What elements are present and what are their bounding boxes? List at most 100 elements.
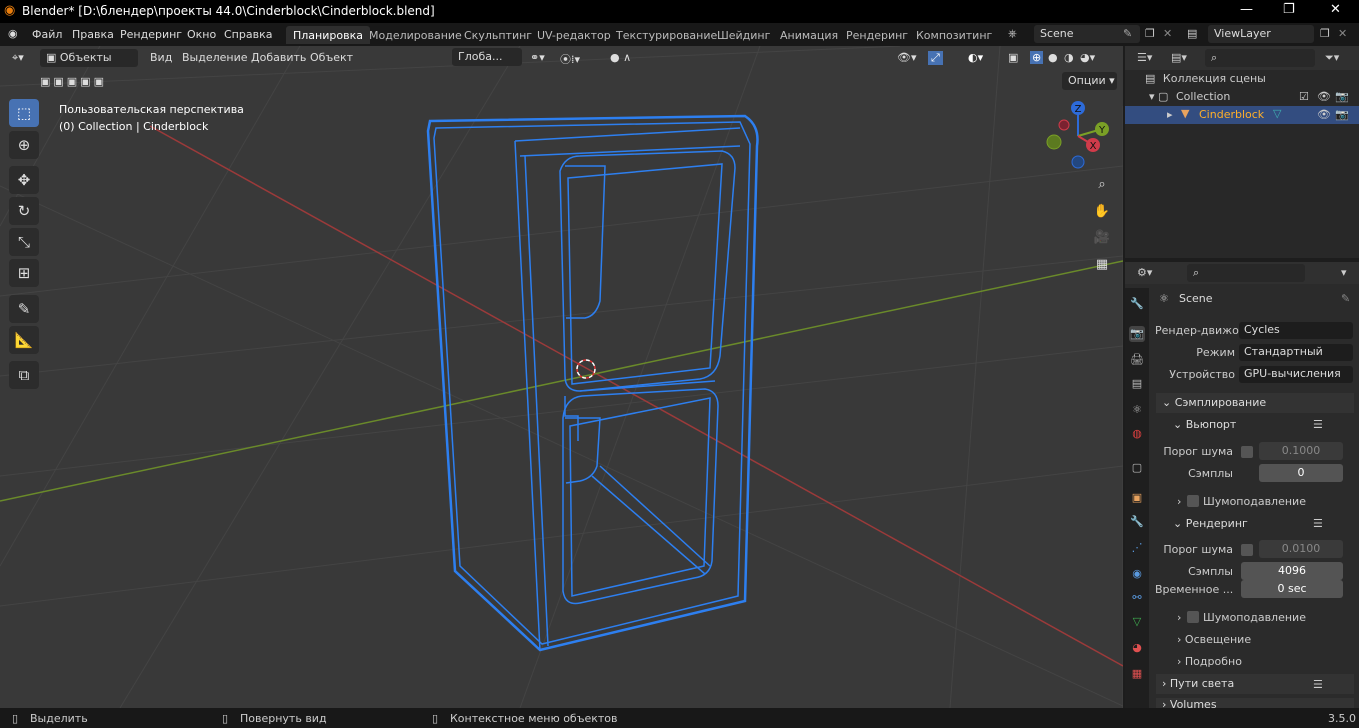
navigation-gizmo[interactable]: Z Y X — [1040, 98, 1116, 170]
options-dropdown[interactable]: Опции ▾ — [1062, 72, 1117, 90]
world-tab-icon[interactable]: ◍ — [1129, 426, 1145, 442]
scene-tab-icon[interactable]: ⚛ — [1129, 402, 1145, 418]
tab-texturing[interactable]: Текстурирование — [609, 26, 724, 44]
mode-selector[interactable]: ▣ Объекты — [40, 49, 138, 67]
tab-compositing[interactable]: Композитинг — [909, 26, 999, 44]
collection-tab-icon[interactable]: ▢ — [1129, 460, 1145, 476]
tab-layout[interactable]: Планировка — [286, 26, 370, 44]
delete-scene-icon[interactable]: ✕ — [1163, 27, 1172, 40]
tab-animation[interactable]: Анимация — [773, 26, 845, 44]
outliner-editor-icon[interactable]: ☰▾ — [1137, 51, 1152, 64]
outliner-object-row[interactable]: ▸ ▼ Cinderblock ▽ 👁 📷 — [1125, 106, 1359, 124]
data-tab-icon[interactable]: ▽ — [1129, 614, 1145, 630]
tab-rendering[interactable]: Рендеринг — [839, 26, 915, 44]
list-icon[interactable]: ☰ — [1313, 418, 1323, 431]
rotate-tool[interactable]: ↻ — [9, 197, 39, 225]
outliner-collection-row[interactable]: ▾ ▢ Collection ☑ 👁 📷 — [1149, 90, 1355, 103]
menu-window[interactable]: Окно — [187, 28, 216, 41]
menu-object[interactable]: Объект — [310, 51, 353, 64]
visibility-icon[interactable]: 👁▾ — [897, 51, 917, 64]
display-mode-icon[interactable]: ▤▾ — [1171, 51, 1187, 64]
add-cube-tool[interactable]: ⧉ — [9, 361, 39, 389]
transform-tool[interactable]: ⊞ — [9, 259, 39, 287]
3d-viewport[interactable]: ⌖▾ ▣ Объекты Вид Выделение Добавить Объе… — [0, 46, 1123, 708]
texture-tab-icon[interactable]: ▦ — [1129, 666, 1145, 682]
expand-arrow-icon[interactable]: ▸ — [1167, 108, 1173, 121]
feature-set-dropdown[interactable]: Стандартный — [1239, 344, 1353, 361]
zoom-icon[interactable]: ⌕ — [1090, 173, 1114, 197]
volumes-panel-header[interactable]: › Volumes — [1156, 698, 1354, 708]
sampling-panel-header[interactable]: ⌄ Сэмплирование — [1156, 393, 1354, 413]
filter-icon[interactable]: ⏷▾ — [1325, 51, 1339, 65]
move-tool[interactable]: ✥ — [9, 166, 39, 194]
pin-icon[interactable]: ✎ — [1341, 292, 1350, 305]
pan-hand-icon[interactable]: ✋ — [1090, 200, 1114, 224]
object-tab-icon[interactable]: ▣ — [1129, 490, 1145, 506]
particles-tab-icon[interactable]: ⋰ — [1129, 540, 1145, 556]
constraints-tab-icon[interactable]: ⚯ — [1129, 590, 1145, 606]
lights-subpanel-header[interactable]: › Освещение — [1177, 633, 1251, 646]
editor-type-icon[interactable]: ⌖▾ — [12, 51, 24, 65]
outliner-search-input[interactable]: ⌕ — [1205, 49, 1315, 67]
expand-arrow-icon[interactable]: › — [1177, 495, 1181, 508]
cursor-tool[interactable]: ⊕ — [9, 131, 39, 159]
vp-denoise-checkbox[interactable] — [1187, 495, 1199, 507]
shading-rendered-icon[interactable]: ◕▾ — [1080, 51, 1095, 64]
collection-camera-icon[interactable]: 📷 — [1335, 90, 1349, 103]
tab-shading[interactable]: Шейдинг — [710, 26, 777, 44]
tool-tab-icon[interactable]: 🔧 — [1129, 296, 1145, 312]
blender-menu-icon[interactable]: ◉ — [8, 27, 18, 40]
xray-icon[interactable]: ▣ — [1008, 51, 1018, 64]
list-icon[interactable]: ☰ — [1313, 517, 1323, 530]
material-tab-icon[interactable]: ◕ — [1129, 640, 1145, 656]
gizmo-icon[interactable]: ⤢ — [928, 51, 943, 65]
scale-tool[interactable]: ⤡ — [9, 228, 39, 256]
delete-view-layer-icon[interactable]: ✕ — [1338, 27, 1347, 40]
vp-noise-threshold-checkbox[interactable] — [1241, 446, 1253, 458]
properties-editor-icon[interactable]: ⚙▾ — [1137, 266, 1152, 279]
modifier-tab-icon[interactable]: 🔧 — [1129, 514, 1145, 530]
vp-samples-field[interactable]: 0 — [1259, 464, 1343, 482]
r-noise-threshold-checkbox[interactable] — [1241, 544, 1253, 556]
maximize-button[interactable]: ❐ — [1283, 2, 1295, 17]
shading-wireframe-icon[interactable]: ⊕ — [1030, 51, 1044, 64]
grid-ortho-icon[interactable]: ▦ — [1090, 253, 1114, 277]
view-layer-tab-icon[interactable]: ▤ — [1129, 376, 1145, 392]
viewport-subpanel-header[interactable]: ⌄ Вьюпорт — [1173, 418, 1236, 431]
properties-search-input[interactable]: ⌕ — [1187, 264, 1305, 282]
r-noise-threshold-field[interactable]: 0.0100 — [1259, 540, 1343, 558]
object-eye-icon[interactable]: 👁 — [1317, 108, 1331, 121]
expand-arrow-icon[interactable]: ▾ — [1149, 90, 1155, 103]
shading-solid-icon[interactable]: ● — [1048, 51, 1058, 64]
scene-icon[interactable]: ⎈ — [1008, 27, 1017, 41]
tab-uv-editor[interactable]: UV-редактор — [530, 26, 618, 44]
output-tab-icon[interactable]: 🖨 — [1129, 352, 1145, 368]
select-mode-buttons[interactable]: ▣▣▣▣▣ — [40, 75, 124, 91]
new-scene-icon[interactable]: ❐ — [1145, 27, 1155, 40]
new-view-layer-icon[interactable]: ❐ — [1320, 27, 1330, 40]
overlays-icon[interactable]: ◐▾ — [968, 51, 983, 64]
snap-icon[interactable]: ⦿⁞▾ — [560, 51, 580, 67]
menu-file[interactable]: Файл — [32, 28, 62, 41]
render-engine-dropdown[interactable]: Cycles — [1239, 322, 1353, 339]
expand-arrow-icon[interactable]: › — [1177, 611, 1181, 624]
collection-eye-icon[interactable]: 👁 — [1317, 90, 1331, 103]
menu-view[interactable]: Вид — [150, 51, 172, 64]
r-samples-field[interactable]: 4096 — [1241, 562, 1343, 580]
pin-icon[interactable]: ✎ — [1123, 27, 1132, 40]
minimize-button[interactable]: — — [1240, 2, 1253, 17]
render-subpanel-header[interactable]: ⌄ Рендеринг — [1173, 517, 1248, 530]
menu-add[interactable]: Добавить — [251, 51, 306, 64]
physics-tab-icon[interactable]: ◉ — [1129, 566, 1145, 582]
view-layer-icon[interactable]: ▤ — [1187, 27, 1197, 40]
list-icon[interactable]: ☰ — [1313, 678, 1323, 691]
outliner-root[interactable]: ▤ Коллекция сцены — [1145, 72, 1266, 85]
tab-modeling[interactable]: Моделирование — [362, 26, 469, 44]
menu-render[interactable]: Рендеринг — [120, 28, 182, 41]
r-denoise-checkbox[interactable] — [1187, 611, 1199, 623]
menu-help[interactable]: Справка — [224, 28, 272, 41]
view-layer-selector[interactable]: ViewLayer — [1208, 25, 1314, 43]
light-paths-panel-header[interactable]: › Пути света — [1156, 674, 1354, 694]
menu-edit[interactable]: Правка — [72, 28, 114, 41]
properties-options-icon[interactable]: ▾ — [1341, 266, 1347, 279]
